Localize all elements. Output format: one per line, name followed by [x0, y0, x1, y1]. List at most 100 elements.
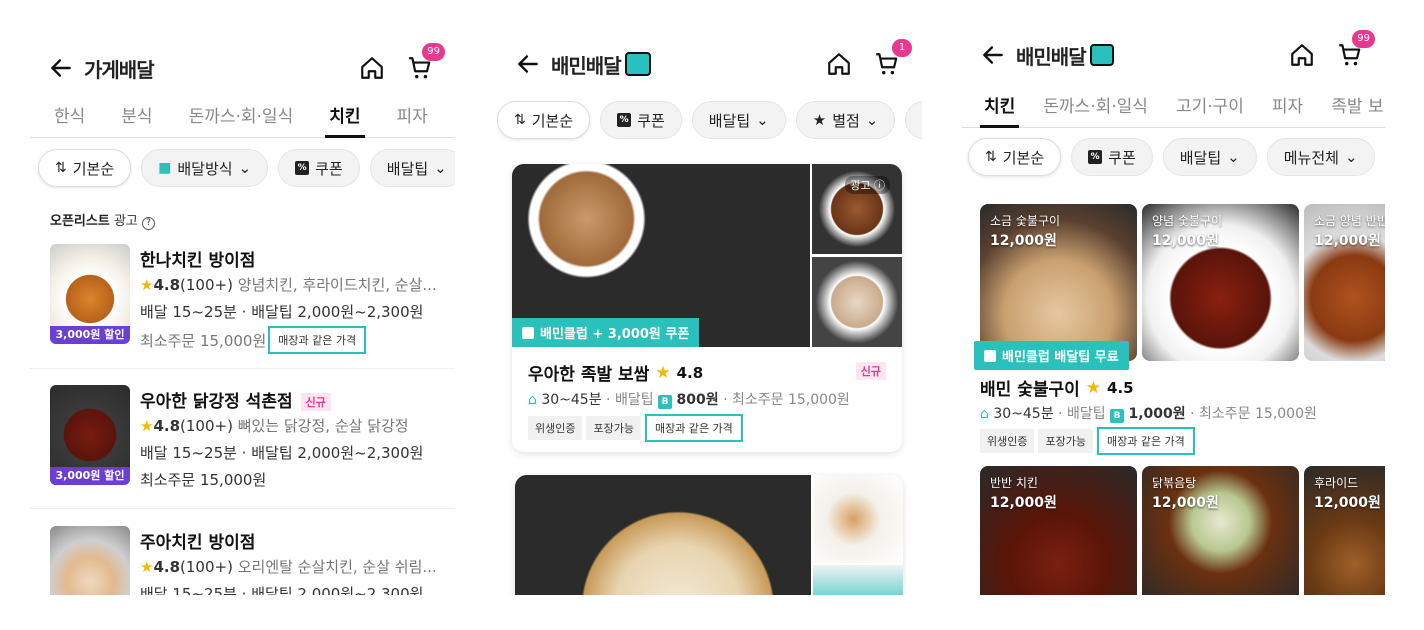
- chevron-down-icon: ⌄: [1227, 148, 1240, 166]
- store-thumbnail: 3,000원 할인: [50, 244, 130, 344]
- tab-chicken[interactable]: 치킨: [979, 88, 1020, 128]
- menu-item-label: 닭볶음탕: [1152, 476, 1197, 490]
- menu-item-card[interactable]: 닭볶음탕 12,000원: [1142, 466, 1299, 595]
- cart-button[interactable]: 99: [407, 43, 445, 81]
- min-order: 최소주문 15,000원: [140, 471, 267, 489]
- chip-label: 배달팁: [1179, 148, 1222, 167]
- back-arrow-icon[interactable]: [980, 42, 1006, 68]
- store-tags: 위생인증 포장가능 매장과 같은 가격: [528, 414, 743, 442]
- store-name: 우아한 닭강정 석촌점: [140, 392, 293, 412]
- chip-label: 메뉴전체: [1283, 148, 1339, 167]
- info-icon[interactable]: ?: [142, 217, 156, 230]
- page-title: 배민배달: [551, 53, 622, 78]
- store-item[interactable]: 3,000원 할인 우아한 닭강정 석촌점 신규 ★4.8(100+) 뼈있는 닭…: [50, 385, 455, 510]
- tab-jokbal[interactable]: 족발 보: [1331, 88, 1383, 127]
- store-item[interactable]: 3,000원 할인 한나치킨 방이점 ★4.8(100+) 양념치킨, 후라이드…: [50, 244, 455, 369]
- rating: 4.8: [153, 558, 181, 576]
- delivery-info: ⌂ 30~45분 · 배달팁 B 800원 · 최소주문 15,000원: [528, 392, 850, 409]
- tab-pizza[interactable]: 피자: [1272, 88, 1303, 127]
- list-label-main: 오픈리스트: [50, 214, 110, 229]
- chip-label: 쿠폰: [315, 159, 343, 178]
- tab-japanese[interactable]: 돈까스·회·일식: [1043, 88, 1148, 127]
- tab-meat[interactable]: 고기·구이: [1176, 88, 1244, 127]
- delivery-tip-chip[interactable]: 배달팁 ⌄: [369, 149, 455, 187]
- screen-baemin-delivery-list: 배민배달 1 ⇅ 기본순 % 쿠폰 배달팁 ⌄ ★ 별점 ⌄ 최 광고 ⓘ 배민클럽 + …: [497, 0, 922, 595]
- new-badge: 신규: [300, 393, 331, 411]
- home-icon[interactable]: [826, 51, 852, 77]
- cart-button[interactable]: 99: [1337, 30, 1375, 68]
- store-card[interactable]: [515, 475, 903, 595]
- chevron-down-icon: ⌄: [865, 111, 879, 129]
- filter-chips: ⇅ 기본순 ■ 배달방식 ⌄ % 쿠폰 배달팁 ⌄: [30, 149, 455, 187]
- coupon-chip[interactable]: % 쿠폰: [278, 149, 360, 187]
- cart-count-badge: 1: [892, 39, 912, 57]
- tab-korean[interactable]: 한식: [54, 98, 85, 137]
- shirt-icon: ■: [158, 160, 172, 176]
- menu-item-card[interactable]: 반반 치킨 12,000원: [980, 466, 1137, 595]
- sort-chip[interactable]: ⇅ 기본순: [38, 149, 132, 187]
- store-side-photo-bottom: [813, 565, 903, 595]
- menu-item-card[interactable]: 소금 숯불구이 12,000원: [980, 204, 1137, 361]
- discount-badge: 3,000원 할인: [50, 467, 130, 485]
- min-order: 최소주문 15,000원: [1199, 406, 1317, 422]
- delivery-info: 배달 15~25분 · 배달팁 2,000원~2,300원: [140, 444, 424, 462]
- review-count: (100+): [180, 417, 233, 435]
- baemin-logo-icon: [1089, 44, 1114, 66]
- back-arrow-icon[interactable]: [515, 51, 541, 77]
- chip-label: 기본순: [531, 111, 574, 130]
- rating: 4.8: [153, 276, 181, 294]
- delivery-method-chip[interactable]: ■ 배달방식 ⌄: [141, 149, 269, 187]
- store-meta: ★4.8(100+) 양념치킨, 후라이드치킨, 순살...: [140, 274, 437, 295]
- menu-item-card[interactable]: 후라이드 12,000원: [1304, 466, 1385, 595]
- star-icon: ★: [812, 111, 827, 129]
- cart-count-badge: 99: [422, 43, 445, 61]
- sort-chip[interactable]: ⇅ 기본순: [968, 138, 1062, 176]
- back-arrow-icon[interactable]: [48, 55, 74, 81]
- menu-summary: 오리엔탈 순살치킨, 순살 쉬림...: [237, 558, 437, 576]
- delivery-time: 30~45분: [541, 392, 602, 408]
- sort-chip[interactable]: ⇅ 기본순: [497, 101, 591, 139]
- rating: 4.5: [1107, 378, 1134, 397]
- chevron-down-icon: ⌄: [238, 159, 252, 177]
- coupon-chip[interactable]: % 쿠폰: [1071, 138, 1153, 176]
- tab-japanese[interactable]: 돈까스·회·일식: [189, 98, 294, 137]
- delivery-tip-chip[interactable]: 배달팁 ⌄: [1162, 138, 1257, 176]
- rating-chip[interactable]: ★ 별점 ⌄: [795, 101, 896, 139]
- store-item[interactable]: 주아치킨 방이점 ★4.8(100+) 오리엔탈 순살치킨, 순살 쉬림... …: [50, 526, 455, 595]
- baemin-logo-icon: [624, 52, 651, 76]
- tab-chicken[interactable]: 치킨: [325, 98, 365, 138]
- menu-item-label: 반반 치킨: [990, 476, 1038, 490]
- store-name: 배민 숯불구이: [980, 380, 1080, 400]
- menu-item-card[interactable]: 소금 양념 반반 12,000원: [1304, 204, 1385, 361]
- menu-item-price: 12,000원: [1314, 495, 1381, 511]
- screen-baemin-menu-grid: 배민배달 99 치킨 돈까스·회·일식 고기·구이 피자 족발 보 ⇅ 기본순 %…: [962, 0, 1385, 595]
- filter-chips: ⇅ 기본순 % 쿠폰 배달팁 ⌄ 메뉴전체 ⌄: [962, 138, 1385, 176]
- store-meta: ★4.8(100+) 오리엔탈 순살치킨, 순살 쉬림...: [140, 556, 437, 577]
- home-icon[interactable]: [359, 55, 385, 81]
- takeout-tag: 포장가능: [586, 416, 641, 440]
- club-icon: [522, 326, 534, 339]
- coupon-chip[interactable]: % 쿠폰: [600, 101, 682, 139]
- store-name-row[interactable]: 배민 숯불구이 ★ 4.5: [980, 375, 1134, 401]
- cart-button[interactable]: 1: [874, 39, 912, 77]
- menu-item-price: 12,000원: [1152, 233, 1219, 249]
- star-icon: ★: [140, 417, 154, 435]
- tab-snack[interactable]: 분식: [121, 98, 152, 137]
- menu-item-card[interactable]: 양념 숯불구이 12,000원: [1142, 204, 1299, 361]
- menu-item-label: 양념 숯불구이: [1152, 214, 1223, 228]
- store-name: 우아한 족발 보쌈: [528, 365, 650, 385]
- cart-count-badge: 99: [1352, 30, 1375, 48]
- category-tabs: 치킨 돈까스·회·일식 고기·구이 피자 족발 보: [962, 88, 1385, 128]
- min-order: 최소주문 15,000원: [731, 392, 850, 408]
- chevron-down-icon: ⌄: [756, 111, 769, 129]
- delivery-tip-chip[interactable]: 배달팁 ⌄: [691, 101, 786, 139]
- more-chip[interactable]: 최: [905, 101, 922, 139]
- menu-filter-chip[interactable]: 메뉴전체 ⌄: [1266, 138, 1375, 176]
- header: 가게배달 99: [30, 38, 455, 98]
- tab-pizza[interactable]: 피자: [397, 98, 428, 137]
- club-icon: B: [658, 395, 673, 409]
- store-card[interactable]: 광고 ⓘ 배민클럽 + 3,000원 쿠폰 우아한 족발 보쌈 ★ 4.8 신규 …: [512, 164, 902, 452]
- screen-store-delivery: 가게배달 99 한식 분식 돈까스·회·일식 치킨 피자 ⇅ 기본순 ■ 배달방식 ⌄…: [30, 0, 455, 595]
- min-order: 최소주문 15,000원: [140, 331, 267, 350]
- home-icon[interactable]: [1289, 42, 1315, 68]
